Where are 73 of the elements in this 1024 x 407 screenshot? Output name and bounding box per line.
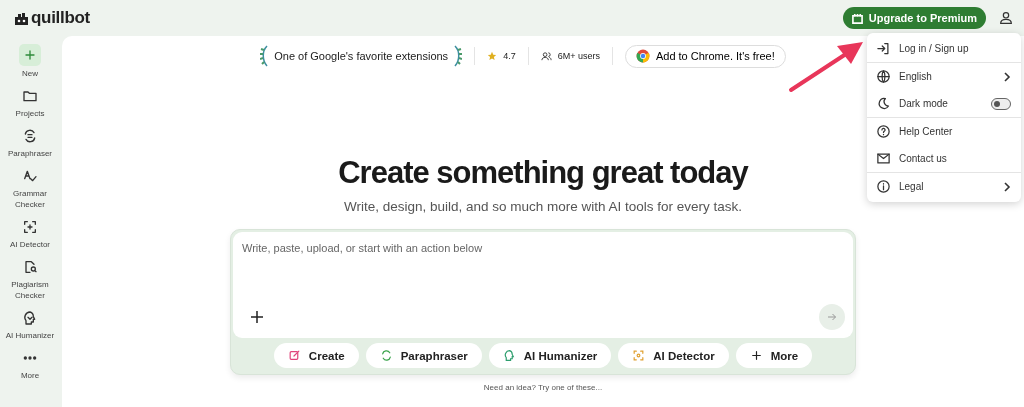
action-chip[interactable]: AI Humanizer [488, 343, 612, 368]
action-chip[interactable]: Create [273, 343, 359, 368]
sidebar-item[interactable]: Projects [0, 86, 60, 119]
upgrade-button[interactable]: Upgrade to Premium [842, 7, 986, 29]
sidebar-item[interactable]: Grammar Checker [0, 166, 60, 210]
sidebar-item[interactable]: Paraphraser [0, 126, 60, 159]
users-text: 6M+ users [557, 51, 600, 61]
cycle-icon [22, 128, 38, 144]
sidebar-item[interactable]: AI Humanizer [0, 308, 60, 341]
laurel-icon [260, 45, 270, 67]
sidebar-label: AI Humanizer [5, 330, 55, 341]
sidebar-item[interactable]: More [0, 348, 60, 381]
sidebar-item[interactable]: New [0, 44, 60, 79]
award-text: One of Google's favorite extensions [274, 50, 449, 62]
document-search-icon [22, 259, 38, 275]
sidebar-label: Paraphraser [8, 148, 52, 159]
menu-label: Help Center [899, 126, 954, 137]
info-icon [876, 179, 891, 194]
calendar-icon [851, 12, 863, 24]
moon-icon [876, 96, 891, 111]
user-icon[interactable] [998, 10, 1014, 26]
chevron-right-icon [1003, 71, 1011, 82]
prompt-box[interactable]: Write, paste, upload, or start with an action below [233, 232, 853, 338]
menu-label: Dark mode [899, 98, 949, 109]
hero-title: Create something great today [338, 155, 748, 191]
action-chip[interactable]: AI Detector [618, 343, 729, 368]
cycle-icon [379, 349, 393, 362]
toggle-switch[interactable] [991, 97, 1011, 110]
menu-item[interactable]: Contact us [867, 145, 1021, 173]
hint-text: Need an idea? Try one of these... [483, 383, 603, 392]
head-icon [502, 349, 516, 362]
action-chip[interactable]: Paraphraser [365, 343, 482, 368]
arrow-right-icon [826, 311, 838, 323]
sidebar-label: Grammar Checker [12, 188, 48, 210]
plus-icon [749, 349, 763, 362]
head-icon [22, 310, 38, 326]
menu-item[interactable]: Dark mode [867, 90, 1021, 118]
login-icon [876, 41, 891, 56]
menu-item[interactable]: Help Center [867, 118, 1021, 145]
laurel-icon [453, 45, 463, 67]
menu-label: Legal [899, 181, 925, 192]
sidebar-label: AI Detector [10, 239, 50, 250]
letter-check-icon [22, 168, 38, 184]
sidebar-item[interactable]: Plagiarism Checker [0, 257, 60, 301]
chevron-right-icon [1003, 181, 1011, 192]
chrome-icon [635, 49, 650, 63]
edit-icon [287, 349, 301, 362]
sidebar-label: More [20, 370, 40, 381]
sidebar-label: New [22, 68, 38, 79]
menu-label: English [899, 71, 933, 82]
menu-item[interactable]: English [867, 63, 1021, 90]
rating-text: 4.7 [503, 51, 516, 61]
hero-subtitle: Write, design, build, and so much more with AI tools for every task. [343, 199, 743, 214]
scan-icon [22, 219, 38, 235]
globe-icon [876, 69, 891, 84]
action-chip[interactable]: More [735, 343, 813, 368]
logo-icon [14, 11, 29, 25]
menu-label: Log in / Sign up [899, 43, 970, 54]
mail-icon [876, 151, 891, 166]
sidebar-item[interactable]: AI Detector [0, 217, 60, 250]
logo-text[interactable]: quillbot [31, 8, 90, 28]
scan-icon [632, 349, 646, 362]
sidebar-label: Plagiarism Checker [10, 279, 50, 301]
users-icon [540, 50, 552, 62]
add-to-chrome-button[interactable]: Add to Chrome. It's free! [624, 44, 786, 68]
folder-icon [22, 88, 38, 104]
menu-item[interactable]: Log in / Sign up [867, 35, 1021, 63]
menu-label: Contact us [899, 153, 948, 164]
help-icon [876, 124, 891, 139]
star-icon [487, 51, 498, 61]
menu-item[interactable]: Legal [867, 173, 1021, 200]
plus-icon[interactable] [251, 311, 263, 323]
sidebar-label: Projects [15, 108, 45, 119]
